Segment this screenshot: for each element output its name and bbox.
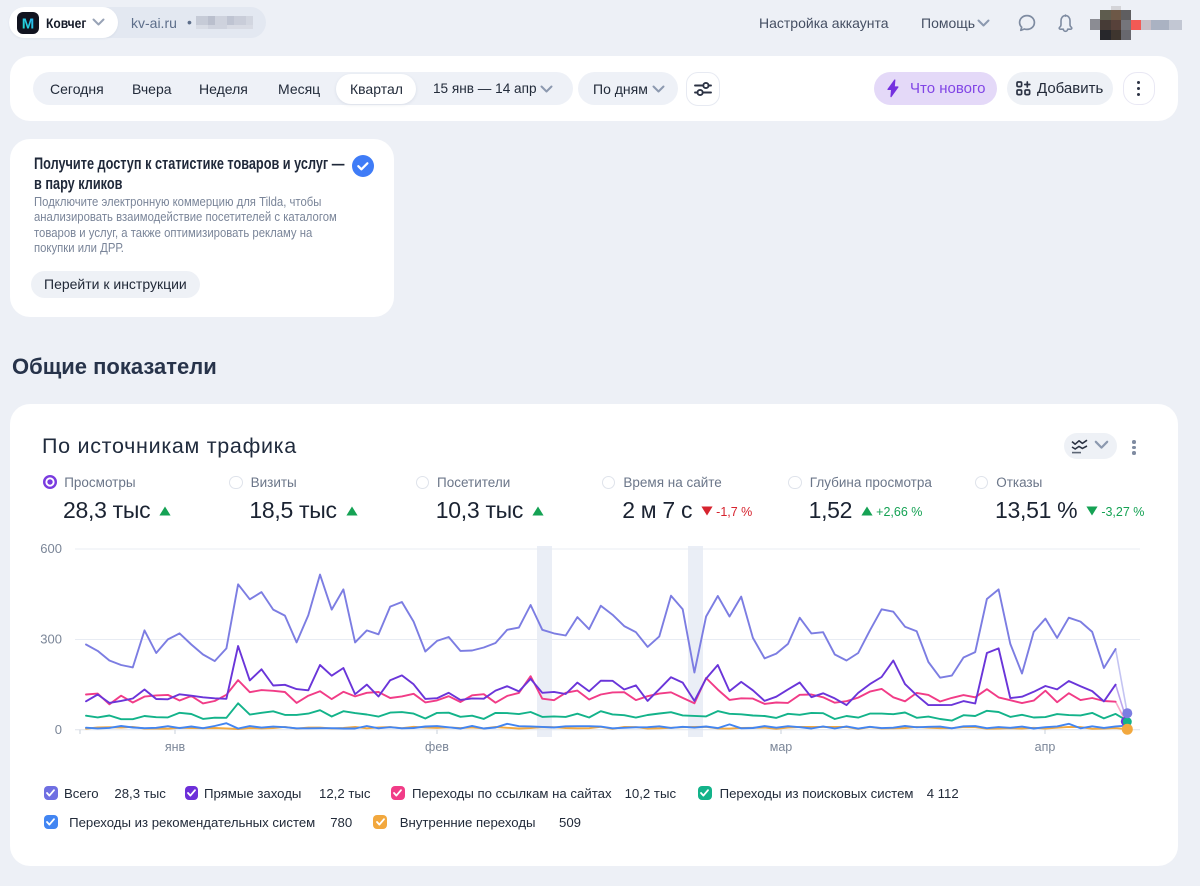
svg-text:600: 600 [40,541,62,556]
svg-text:фев: фев [425,740,449,754]
svg-text:300: 300 [40,632,62,647]
svg-text:янв: янв [165,740,186,754]
svg-text:0: 0 [55,722,62,737]
svg-text:М: М [22,15,35,32]
svg-text:апр: апр [1035,740,1056,754]
svg-text:мар: мар [770,740,793,754]
